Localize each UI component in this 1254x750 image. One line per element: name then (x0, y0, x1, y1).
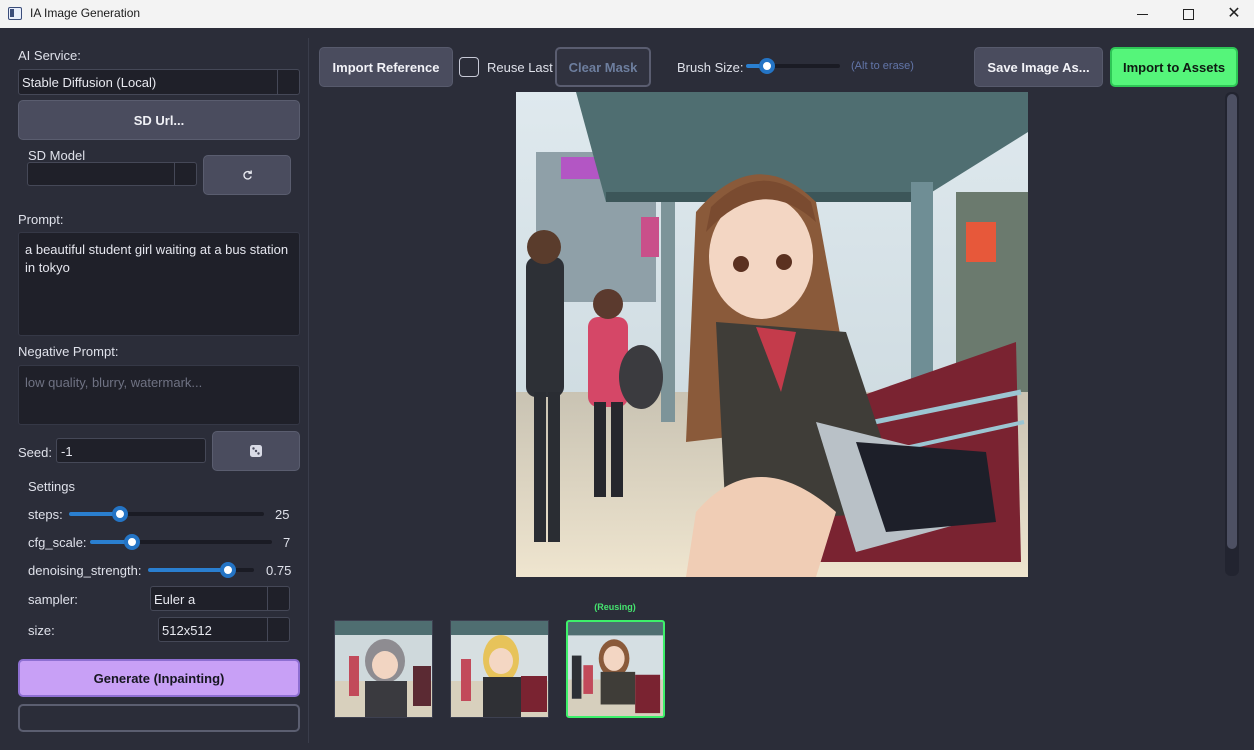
title-bar: IA Image Generation ✕ (0, 0, 1254, 28)
denoising-slider-track[interactable] (148, 562, 254, 578)
dropdown-arrow-icon[interactable] (267, 587, 289, 610)
prompt-textarea[interactable]: a beautiful student girl waiting at a bu… (18, 232, 300, 336)
sd-url-button[interactable]: SD Url... (18, 100, 300, 140)
steps-slider-track[interactable] (69, 506, 264, 522)
generate-button[interactable]: Generate (Inpainting) (18, 659, 300, 697)
canvas-scrollbar[interactable] (1225, 92, 1239, 576)
reuse-last-checkbox[interactable] (459, 57, 479, 77)
seed-label: Seed: (18, 445, 52, 460)
steps-label: steps: (28, 507, 63, 522)
sampler-value: Euler a (154, 592, 196, 607)
clear-mask-button[interactable]: Clear Mask (555, 47, 651, 87)
random-seed-button[interactable] (212, 431, 300, 471)
thumbnail-image (335, 621, 432, 717)
history-thumbnail-3[interactable] (566, 620, 665, 718)
dropdown-arrow-icon[interactable] (267, 618, 289, 641)
denoising-slider-handle[interactable] (219, 562, 236, 578)
thumbnail-image (451, 621, 548, 717)
refresh-icon (242, 169, 252, 180)
seed-input[interactable]: -1 (56, 438, 206, 463)
ai-service-select[interactable]: Stable Diffusion (Local) (18, 69, 300, 95)
cfg-scale-slider-track[interactable] (90, 534, 272, 550)
maximize-icon (1182, 8, 1194, 20)
reusing-label: (Reusing) (594, 602, 636, 612)
denoising-slider-fill (148, 568, 228, 572)
canvas-scrollbar-thumb[interactable] (1227, 94, 1237, 549)
dice-icon (250, 445, 262, 457)
sampler-select[interactable]: Euler a (150, 586, 290, 611)
sd-model-label: SD Model (28, 148, 86, 163)
brush-hint: (Alt to erase) (851, 60, 914, 72)
brush-size-slider-handle[interactable] (758, 58, 775, 74)
close-button[interactable]: ✕ (1211, 0, 1254, 28)
progress-bar (18, 704, 300, 732)
cfg-scale-value: 7 (283, 535, 291, 550)
denoising-strength-label: denoising_strength: (28, 563, 142, 578)
refresh-models-button[interactable] (203, 155, 291, 195)
brush-size-label: Brush Size: (677, 60, 744, 75)
negative-prompt-textarea[interactable]: low quality, blurry, watermark... (18, 365, 300, 425)
sd-model-select[interactable] (27, 162, 197, 186)
generated-image-canvas[interactable] (516, 92, 1028, 577)
reuse-last-label: Reuse Last (487, 60, 553, 75)
steps-value: 25 (275, 507, 290, 522)
window-title: IA Image Generation (30, 6, 141, 20)
close-icon: ✕ (1227, 5, 1241, 22)
settings-panel: AI Service: Stable Diffusion (Local) SD … (8, 38, 309, 743)
denoising-strength-value: 0.75 (266, 563, 292, 578)
settings-label: Settings (28, 479, 75, 494)
app-icon (8, 7, 22, 20)
minimize-icon (1136, 13, 1148, 15)
import-reference-button[interactable]: Import Reference (319, 47, 453, 87)
minimize-button[interactable] (1119, 0, 1165, 28)
brush-size-slider-track[interactable] (746, 58, 840, 74)
history-thumbnail-2[interactable] (450, 620, 549, 718)
dropdown-arrow-icon[interactable] (277, 70, 299, 94)
prompt-label: Prompt: (18, 212, 64, 227)
size-value: 512x512 (162, 623, 212, 638)
cfg-scale-slider-handle[interactable] (123, 534, 140, 550)
thumbnail-image (568, 622, 663, 716)
size-label: size: (28, 623, 55, 638)
cfg-scale-label: cfg_scale: (28, 535, 87, 550)
maximize-button[interactable] (1165, 0, 1211, 28)
history-thumbnail-1[interactable] (334, 620, 433, 718)
generated-image (516, 92, 1028, 577)
negative-prompt-label: Negative Prompt: (18, 344, 119, 359)
sampler-label: sampler: (28, 592, 78, 607)
dropdown-arrow-icon[interactable] (174, 163, 196, 185)
save-image-as-button[interactable]: Save Image As... (974, 47, 1103, 87)
import-to-assets-button[interactable]: Import to Assets (1110, 47, 1238, 87)
ai-service-label: AI Service: (18, 48, 81, 63)
size-select[interactable]: 512x512 (158, 617, 290, 642)
steps-slider-handle[interactable] (111, 506, 128, 522)
ai-service-value: Stable Diffusion (Local) (22, 75, 157, 90)
